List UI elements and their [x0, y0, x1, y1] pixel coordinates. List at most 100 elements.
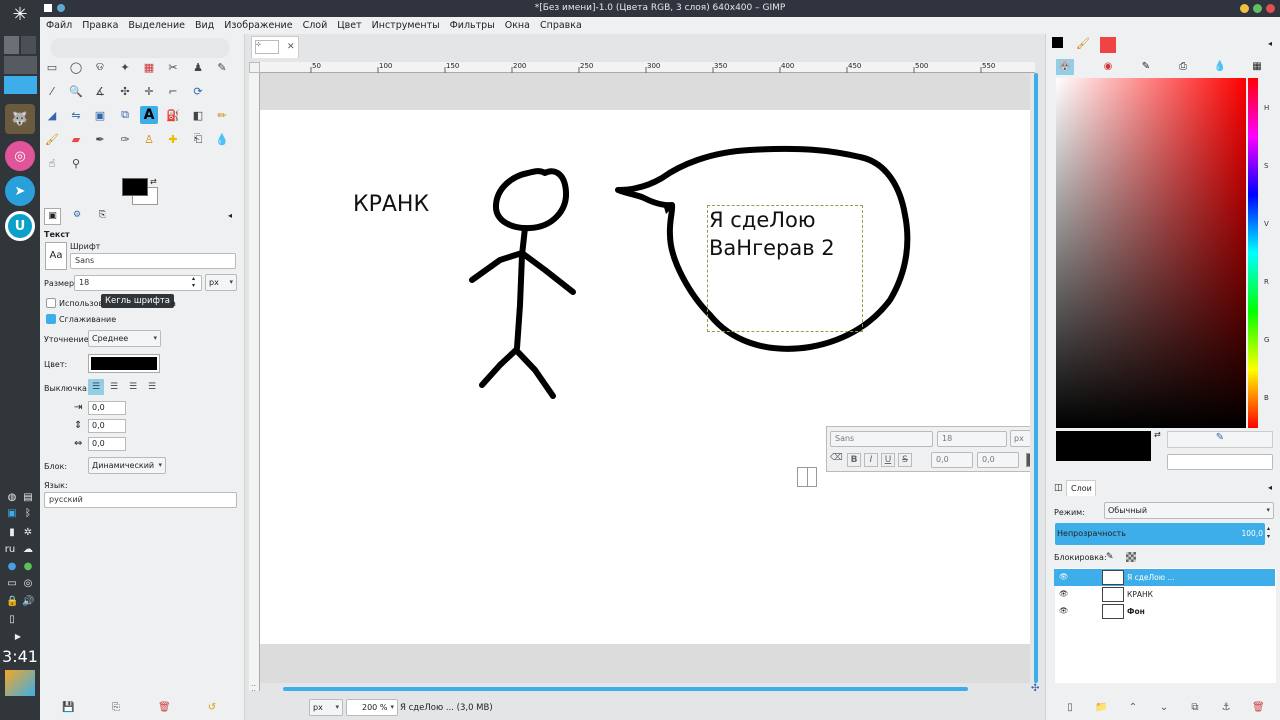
letter-spacing-input[interactable]: 0,0	[88, 437, 126, 451]
restore-tool-preset-icon[interactable]: ⎘	[110, 702, 122, 714]
delete-tool-preset-icon[interactable]: 🗑	[158, 702, 171, 714]
vertical-ruler[interactable]	[249, 73, 260, 691]
indent-input[interactable]: 0,0	[88, 401, 126, 415]
rect-select-tool-icon[interactable]: ▭	[43, 58, 61, 76]
menu-help[interactable]: Справка	[540, 20, 582, 31]
perspective-tool-icon[interactable]: ◢	[43, 106, 61, 124]
kerning-input[interactable]: 0,0	[977, 452, 1019, 468]
quick-mask-icon[interactable]: ⁚⁚	[251, 684, 256, 693]
color-select-tool-icon[interactable]: ▦	[140, 58, 158, 76]
dock-panel-menu-icon[interactable]: ◂	[1268, 39, 1272, 48]
strikethrough-button[interactable]: S	[898, 453, 912, 467]
app-launcher-icon[interactable]: ✳	[8, 4, 32, 28]
channel-label[interactable]: B	[1264, 394, 1269, 402]
paths-tool-icon[interactable]: ✎	[213, 58, 231, 76]
channel-label[interactable]: G	[1264, 336, 1269, 344]
menu-tools[interactable]: Инструменты	[372, 20, 440, 31]
color-picker-tool-icon[interactable]: ⁄	[43, 82, 61, 100]
layer-name[interactable]: Фон	[1127, 607, 1145, 616]
mypaint-brush-tool-icon[interactable]: ♙	[140, 130, 158, 148]
layer-row[interactable]: 👁 Фон	[1054, 603, 1275, 620]
canvas-viewport[interactable]: КРАНК Я сдеЛою ВаНгерав 2 Sans 18 px ⌫ B…	[260, 73, 1030, 683]
bluetooth-tray-icon[interactable]: ᛒ	[22, 508, 34, 520]
screen-tray-icon[interactable]: ▭	[6, 578, 18, 590]
size-unit-select[interactable]: px ▾	[205, 274, 237, 291]
new-layer-group-icon[interactable]: 📁	[1095, 702, 1107, 714]
browser-app-icon[interactable]: ◎	[5, 141, 35, 171]
horizontal-ruler[interactable]: 50 100 150 200 250 300 350 400 450 500 5…	[260, 62, 1035, 73]
hinting-select[interactable]: Среднее ▾	[88, 330, 161, 347]
move-tool-icon[interactable]: ✣	[116, 82, 134, 100]
horizontal-scrollbar[interactable]	[283, 687, 968, 691]
clipboard-tray-icon[interactable]: ▤	[22, 492, 34, 504]
weather-tray-icon[interactable]: ☁	[22, 544, 34, 556]
justify-right-icon[interactable]: ☰	[106, 379, 122, 395]
pencil-tool-icon[interactable]: ✏	[213, 106, 231, 124]
box-mode-select[interactable]: Динамический ▾	[88, 457, 166, 474]
clock[interactable]: 3:41	[2, 647, 38, 666]
blur-tool-icon[interactable]: 💧	[213, 130, 231, 148]
text-tool-icon[interactable]: A	[140, 106, 158, 124]
flip-tool-icon[interactable]: ⇋	[67, 106, 85, 124]
device-status-tab[interactable]: ⚙	[66, 208, 88, 225]
baseline-input[interactable]: 0,0	[931, 452, 973, 468]
gimp-app-icon[interactable]: 🐺	[5, 104, 35, 134]
menu-view[interactable]: Вид	[195, 20, 214, 31]
crop-tool-icon[interactable]: ⌐	[164, 82, 182, 100]
lock-tray-icon[interactable]: 🔒	[6, 596, 18, 608]
ruler-corner[interactable]	[249, 62, 260, 73]
style-size-input[interactable]: 18	[937, 431, 1007, 447]
style-font-input[interactable]: Sans	[830, 431, 933, 447]
zoom-tool-icon[interactable]: 🔍	[67, 82, 85, 100]
italic-button[interactable]: I	[864, 453, 878, 467]
free-select-tool-icon[interactable]: ଡ	[91, 58, 109, 76]
language-input[interactable]: русский	[44, 492, 237, 508]
media-tray-icon[interactable]: ◎	[22, 578, 34, 590]
line-spacing-input[interactable]: 0,0	[88, 419, 126, 433]
layer-row[interactable]: 👁 Я сдеЛою ...	[1054, 569, 1275, 586]
unit-select[interactable]: px ▾	[309, 699, 343, 716]
keyboard-layout-indicator[interactable]: ru	[4, 544, 16, 556]
undo-history-tab[interactable]: ⎘	[94, 208, 111, 225]
swatch-toggle-icon[interactable]: ⇄	[1154, 430, 1161, 439]
style-color-button[interactable]	[1026, 453, 1030, 467]
bubble-text-line-2[interactable]: ВаНгерав 2	[708, 234, 862, 262]
smudge-tool-icon[interactable]: ☝	[43, 154, 61, 172]
swap-colors-icon[interactable]: ⇄	[150, 177, 157, 186]
gimp-color-mode-icon[interactable]: 🐺	[1056, 59, 1074, 75]
bubble-text-line-1[interactable]: Я сдеЛою	[708, 206, 862, 234]
menu-colors[interactable]: Цвет	[337, 20, 361, 31]
cage-tool-icon[interactable]: ▣	[91, 106, 109, 124]
brushes-tab[interactable]: 🖌	[1076, 37, 1092, 53]
current-color-swatch[interactable]	[1056, 431, 1151, 461]
align-tool-icon[interactable]: ✛	[140, 82, 158, 100]
show-desktop-icon[interactable]	[5, 670, 35, 696]
foreground-select-tool-icon[interactable]: ♟	[189, 58, 207, 76]
layer-name[interactable]: Я сдеЛою ...	[1127, 573, 1175, 582]
patterns-tab[interactable]	[1100, 37, 1116, 53]
font-preview-button[interactable]: Aa	[45, 242, 67, 270]
eraser-tool-icon[interactable]: ▰	[67, 130, 85, 148]
menu-edit[interactable]: Правка	[82, 20, 118, 31]
color-wheel-mode-icon[interactable]: ◉	[1099, 59, 1117, 75]
pager[interactable]	[4, 36, 37, 94]
channel-label[interactable]: R	[1264, 278, 1269, 286]
scales-mode-icon[interactable]: 💧	[1211, 59, 1229, 75]
layer-mode-select[interactable]: Обычный ▾	[1104, 502, 1274, 519]
font-input[interactable]: Sans	[70, 253, 236, 269]
menu-filters[interactable]: Фильтры	[450, 20, 495, 31]
panel-menu-icon[interactable]: ◂	[228, 211, 232, 220]
close-image-tab-icon[interactable]: ✕	[287, 42, 295, 52]
fuzzy-select-tool-icon[interactable]: ✦	[116, 58, 134, 76]
style-unit-select[interactable]: px▾	[1010, 430, 1030, 447]
size-spin-icon[interactable]: ▴ ▾	[192, 275, 195, 289]
telegram-app-icon[interactable]: ➤	[5, 176, 35, 206]
network-tray-icon[interactable]: ✲	[22, 527, 34, 539]
anchor-layer-icon[interactable]: ⚓	[1220, 702, 1232, 714]
menu-select[interactable]: Выделение	[128, 20, 185, 31]
gradient-tool-icon[interactable]: ◧	[189, 106, 207, 124]
maximize-button[interactable]	[1253, 4, 1262, 13]
menu-windows[interactable]: Окна	[505, 20, 530, 31]
hue-slider[interactable]	[1248, 78, 1258, 428]
expand-tray-icon[interactable]: ▶	[12, 631, 24, 643]
